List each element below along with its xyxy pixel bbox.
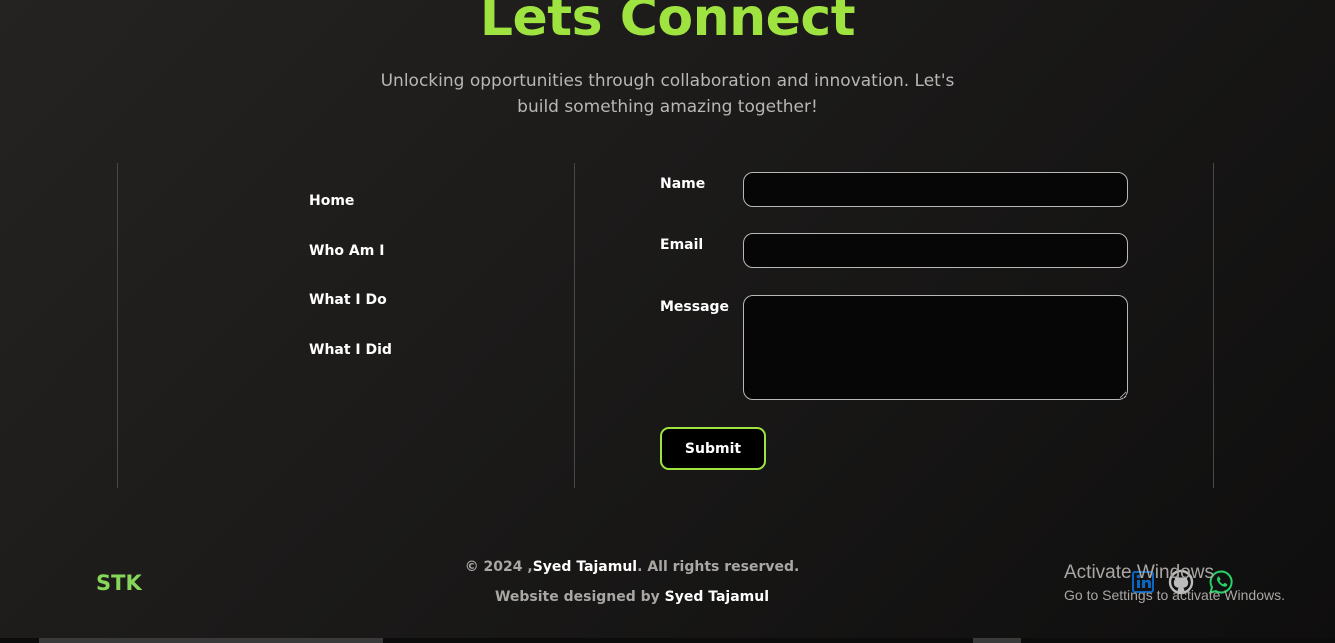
scrollbar-thumb-secondary[interactable] xyxy=(973,638,1021,643)
nav-link-what-i-did[interactable]: What I Did xyxy=(309,342,392,358)
github-icon[interactable] xyxy=(1167,568,1195,596)
nav-link-home[interactable]: Home xyxy=(309,193,354,209)
divider-right xyxy=(1213,163,1214,488)
copyright-name: Syed Tajamul xyxy=(532,559,638,575)
nav-link-who-am-i[interactable]: Who Am I xyxy=(309,243,384,259)
message-label: Message xyxy=(660,299,730,315)
copyright-text: © 2024 ,Syed Tajamul. All rights reserve… xyxy=(432,559,832,575)
name-label: Name xyxy=(660,176,706,192)
credit-prefix: Website designed by xyxy=(494,589,665,605)
credit-name: Syed Tajamul xyxy=(664,589,770,605)
email-field[interactable] xyxy=(743,233,1128,268)
nav-link-what-i-do[interactable]: What I Do xyxy=(309,292,387,308)
divider-left xyxy=(117,163,118,488)
page-subtitle: Unlocking opportunities through collabor… xyxy=(380,71,955,117)
page-title: Lets Connect xyxy=(479,0,856,48)
linkedin-icon[interactable] xyxy=(1129,568,1157,596)
email-label: Email xyxy=(660,237,704,253)
scrollbar-thumb[interactable] xyxy=(39,638,383,643)
divider-middle xyxy=(574,163,575,488)
message-field[interactable] xyxy=(743,295,1128,400)
copyright-prefix: © 2024 , xyxy=(464,559,533,575)
footer-logo[interactable]: STK xyxy=(96,571,142,595)
copyright-suffix: . All rights reserved. xyxy=(637,559,800,575)
whatsapp-icon[interactable] xyxy=(1207,568,1235,596)
credit-text: Website designed by Syed Tajamul xyxy=(432,589,832,605)
submit-button[interactable]: Submit xyxy=(660,427,766,470)
name-field[interactable] xyxy=(743,172,1128,207)
